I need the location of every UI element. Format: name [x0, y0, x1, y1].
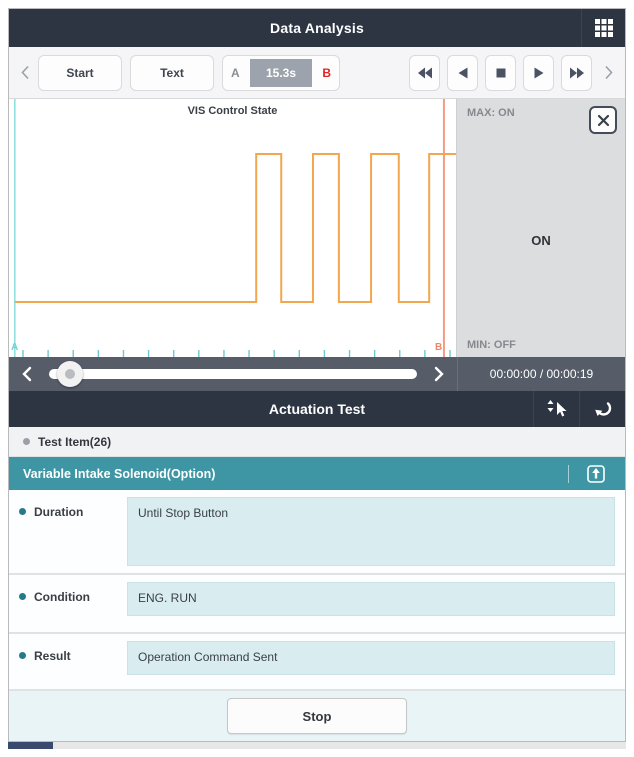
timeline-scrollbar: 00:00:00 / 00:00:19	[9, 357, 625, 391]
cursor-ab-button[interactable]: A 15.3s B	[222, 55, 340, 91]
actuation-header: Actuation Test	[9, 391, 625, 427]
duration-row: Duration Until Stop Button	[9, 490, 625, 575]
media-controls	[409, 55, 592, 91]
rewind-icon	[417, 67, 433, 79]
chevron-right-icon	[434, 366, 444, 382]
signal-info-panel: MAX: ON ON MIN: OFF	[456, 99, 625, 357]
timeline-thumb[interactable]	[57, 361, 83, 387]
stop-button[interactable]: Stop	[227, 698, 407, 734]
min-value-label: MIN: OFF	[467, 339, 516, 351]
stop-icon	[495, 67, 507, 79]
chevron-left-icon	[21, 65, 30, 80]
text-view-button[interactable]: Text	[130, 55, 214, 91]
title-bar: Data Analysis	[9, 9, 625, 47]
bullet-icon	[19, 508, 26, 515]
result-value: Operation Command Sent	[127, 641, 615, 675]
toolbar-next-button[interactable]	[604, 65, 613, 80]
close-panel-button[interactable]	[589, 106, 617, 134]
playback-toolbar: Start Text A 15.3s B	[9, 47, 625, 99]
app-menu-button[interactable]	[581, 9, 625, 47]
touch-pointer-icon	[546, 399, 568, 419]
bullet-icon	[23, 438, 30, 445]
play-icon	[532, 67, 546, 79]
condition-value: ENG. RUN	[127, 582, 615, 616]
close-icon	[597, 114, 610, 127]
timeline-track[interactable]	[49, 369, 417, 379]
play-reverse-button[interactable]	[447, 55, 478, 91]
toolbar-prev-button[interactable]	[21, 65, 30, 80]
duration-label-cell: Duration	[19, 497, 127, 566]
marker-b-label: B	[322, 66, 331, 80]
solenoid-section-title: Variable Intake Solenoid(Option)	[23, 467, 568, 481]
condition-label-cell: Condition	[19, 582, 127, 625]
result-row: Result Operation Command Sent	[9, 634, 625, 691]
marker-a-label: A	[231, 66, 240, 80]
chart-title: VIS Control State	[9, 105, 456, 117]
test-item-label: Test Item(26)	[38, 435, 111, 449]
fast-forward-icon	[569, 67, 585, 79]
scroll-right-button[interactable]	[421, 366, 457, 382]
bottom-scrollbar-thumb[interactable]	[8, 742, 53, 749]
back-button[interactable]	[579, 391, 625, 427]
waveform-plot	[9, 99, 456, 357]
select-item-button[interactable]	[533, 391, 579, 427]
return-arrow-icon	[593, 400, 613, 418]
test-item-row[interactable]: Test Item(26)	[9, 427, 625, 457]
playback-time: 00:00:00 / 00:00:19	[457, 357, 625, 391]
fast-forward-button[interactable]	[561, 55, 592, 91]
result-label-cell: Result	[19, 641, 127, 682]
page-title: Data Analysis	[9, 20, 625, 36]
duration-label: Duration	[34, 505, 83, 519]
bullet-icon	[19, 593, 26, 600]
collapse-section-button[interactable]	[581, 459, 611, 489]
max-value-label: MAX: ON	[467, 107, 515, 119]
current-value-label: ON	[457, 233, 625, 248]
start-button[interactable]: Start	[38, 55, 122, 91]
bottom-scrollbar	[8, 742, 626, 749]
condition-label: Condition	[34, 590, 90, 604]
grid-icon	[595, 19, 613, 37]
chart-section: VIS Control State A B MAX: ON ON MIN: OF…	[9, 99, 625, 357]
app-window: Data Analysis Start Text A 15.3s B	[8, 8, 626, 742]
test-detail-panel: Duration Until Stop Button Condition ENG…	[9, 490, 625, 741]
bullet-icon	[19, 652, 26, 659]
duration-value: Until Stop Button	[127, 497, 615, 566]
chevron-right-icon	[604, 65, 613, 80]
condition-row: Condition ENG. RUN	[9, 575, 625, 634]
play-reverse-icon	[456, 67, 470, 79]
rewind-button[interactable]	[409, 55, 440, 91]
scroll-left-button[interactable]	[9, 366, 45, 382]
collapse-up-icon	[586, 464, 606, 484]
actuation-header-actions	[533, 391, 625, 427]
divider	[568, 465, 569, 483]
solenoid-section-header: Variable Intake Solenoid(Option)	[9, 457, 625, 490]
action-footer: Stop	[9, 691, 625, 741]
cursor-b-label: B	[435, 342, 442, 353]
stop-playback-button[interactable]	[485, 55, 516, 91]
waveform-chart[interactable]: VIS Control State A B	[9, 99, 456, 357]
chevron-left-icon	[22, 366, 32, 382]
cursor-time-value: 15.3s	[250, 59, 312, 87]
play-button[interactable]	[523, 55, 554, 91]
cursor-a-label: A	[11, 342, 18, 353]
result-label: Result	[34, 649, 71, 663]
